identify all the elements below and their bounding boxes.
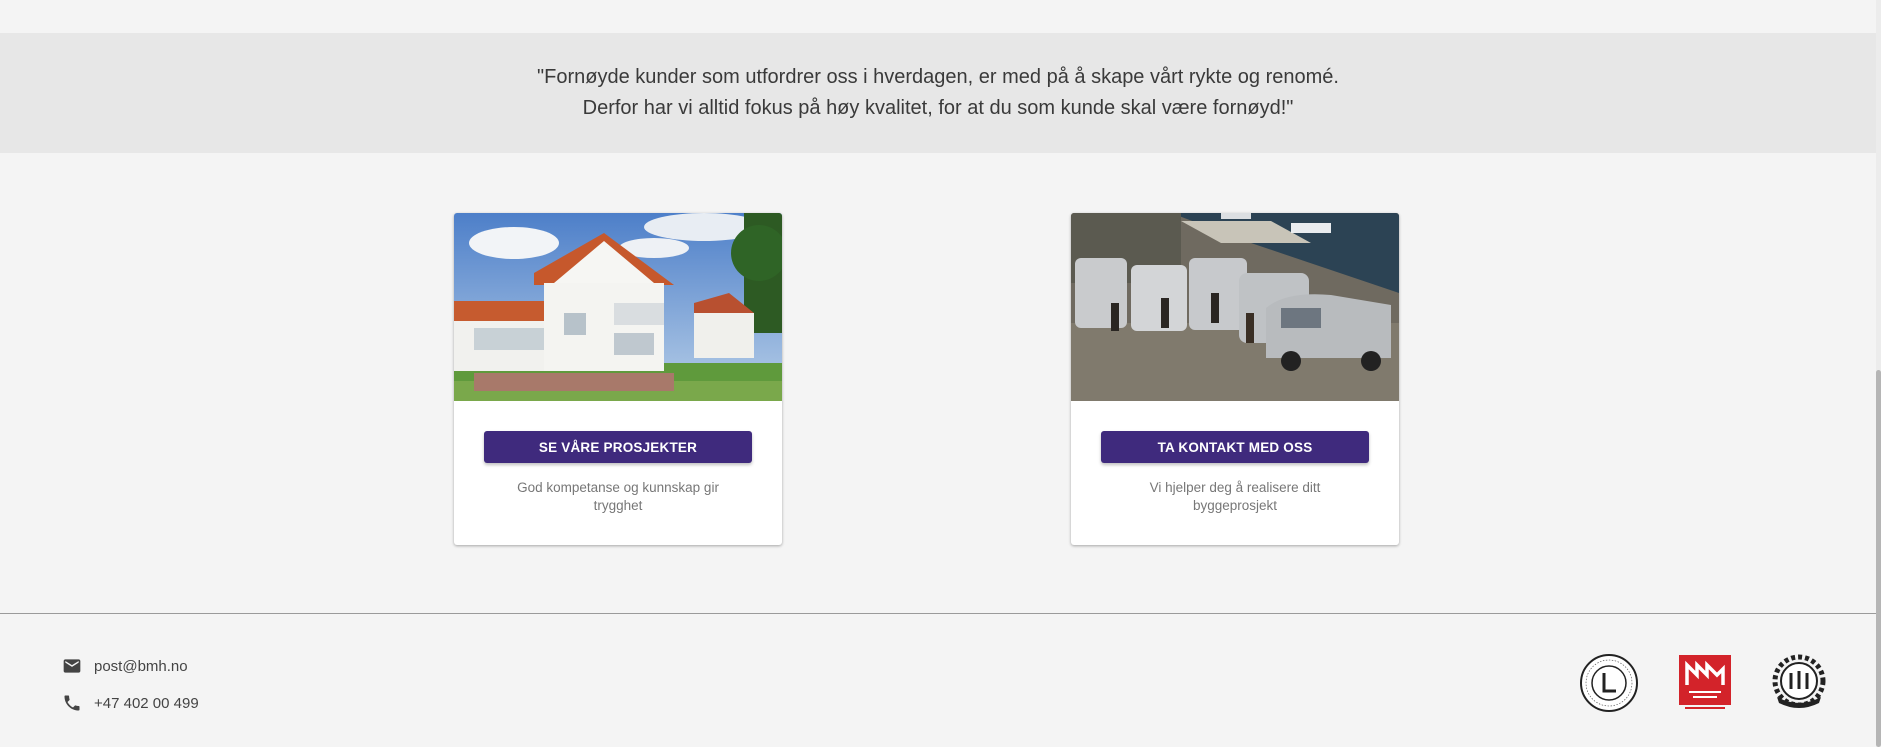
projects-caption: God kompetanse og kunnskap gir trygghet <box>517 480 719 513</box>
contact-us-button[interactable]: TA KONTAKT MED OSS <box>1101 431 1369 463</box>
quote-line-2: Derfor har vi alltid fokus på høy kvalit… <box>582 97 1294 119</box>
laerling-badge <box>1580 654 1638 712</box>
vans-photo <box>1071 213 1399 401</box>
scrollbar-thumb[interactable] <box>1876 370 1881 747</box>
contact-card: TA KONTAKT MED OSS Vi hjelper deg å real… <box>1071 213 1399 545</box>
house-photo <box>454 213 782 401</box>
email-row[interactable]: post@bmh.no <box>62 656 188 676</box>
mester-badge <box>1772 654 1826 708</box>
mail-icon <box>63 659 81 673</box>
see-projects-button[interactable]: SE VÅRE PROSJEKTER <box>484 431 752 463</box>
quote-band: "Fornøyde kunder som utfordrer oss i hve… <box>0 33 1876 153</box>
email-link[interactable]: post@bmh.no <box>94 658 188 675</box>
phone-icon <box>64 695 80 711</box>
projects-card: SE VÅRE PROSJEKTER God kompetanse og kun… <box>454 213 782 545</box>
footer-divider <box>0 613 1876 614</box>
phone-link[interactable]: +47 402 00 499 <box>94 695 199 712</box>
phone-row[interactable]: +47 402 00 499 <box>62 693 199 713</box>
contact-caption: Vi hjelper deg å realisere ditt byggepro… <box>1149 480 1321 513</box>
quote-line-1: "Fornøyde kunder som utfordrer oss i hve… <box>537 66 1339 88</box>
sentralgodkjenning-badge <box>1679 655 1731 709</box>
